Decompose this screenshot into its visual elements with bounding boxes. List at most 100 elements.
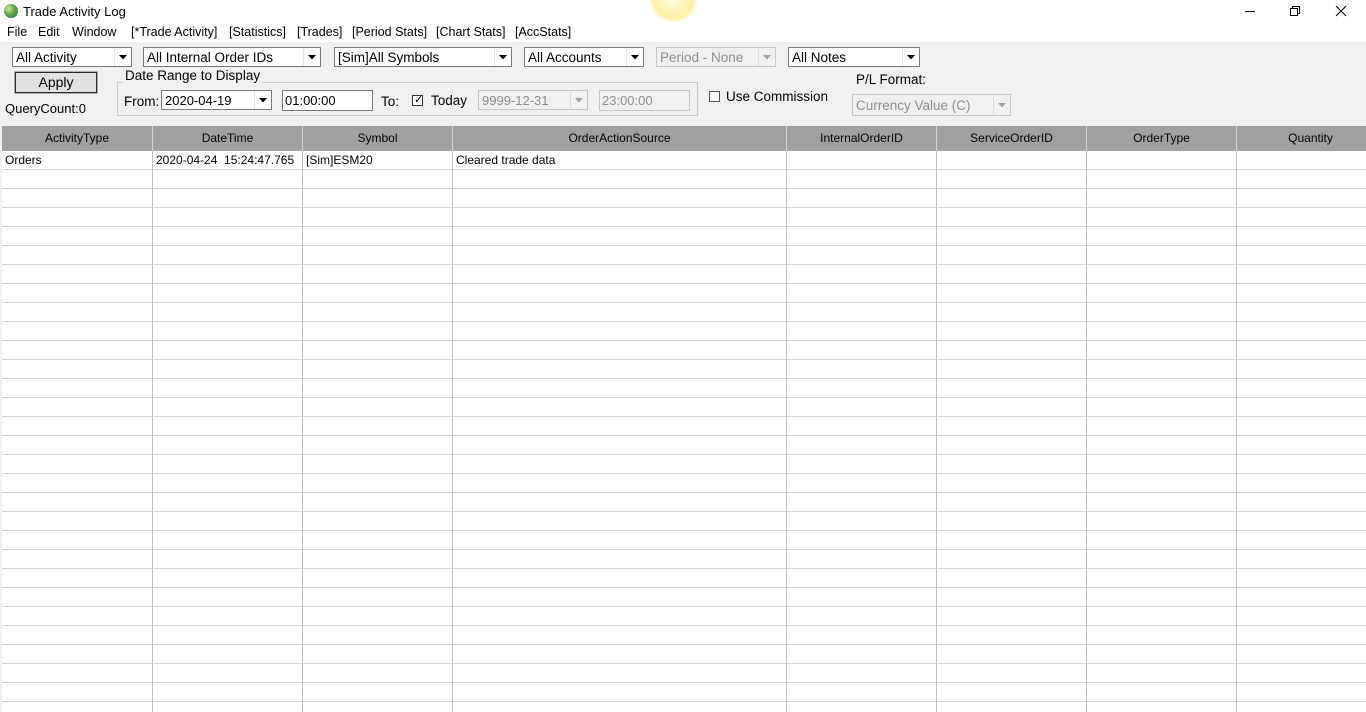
account-filter-select[interactable]: All Accounts [524,47,644,67]
symbol-filter-select[interactable]: [Sim]All Symbols [334,47,512,67]
internal-order-id-select[interactable]: All Internal Order IDs [143,47,321,67]
table-cell [787,322,937,341]
table-row[interactable] [2,512,1366,531]
table-cell [1087,607,1237,626]
table-row[interactable] [2,569,1366,588]
table-cell [787,227,937,246]
table-row[interactable] [2,189,1366,208]
chevron-down-icon [570,91,587,109]
from-date-picker[interactable]: 2020-04-19 [161,90,272,110]
menu-edit[interactable]: Edit [38,25,60,39]
table-cell [1237,569,1366,588]
table-cell [1237,303,1366,322]
table-cell [303,550,453,569]
column-header-serviceorderid[interactable]: ServiceOrderID [937,126,1087,151]
table-cell [1087,151,1237,170]
table-cell [787,474,937,493]
activity-table[interactable]: ActivityType DateTime Symbol OrderAction… [2,126,1366,712]
table-row[interactable] [2,379,1366,398]
table-row[interactable] [2,626,1366,645]
to-label: To: [381,94,400,109]
table-cell [2,474,153,493]
table-cell [2,284,153,303]
menu-period-stats[interactable]: [Period Stats] [352,25,427,39]
table-row[interactable] [2,550,1366,569]
column-header-internalorderid[interactable]: InternalOrderID [787,126,937,151]
use-commission-checkbox[interactable] [709,91,720,102]
table-cell [2,360,153,379]
column-header-symbol[interactable]: Symbol [303,126,453,151]
table-cell [1087,702,1237,712]
table-row[interactable] [2,360,1366,379]
table-cell [2,588,153,607]
table-row[interactable] [2,284,1366,303]
table-row[interactable] [2,531,1366,550]
menu-trade-activity[interactable]: [*Trade Activity] [131,25,217,39]
close-button[interactable] [1318,0,1364,22]
table-cell [2,607,153,626]
column-header-ordertype[interactable]: OrderType [1087,126,1237,151]
table-cell [1087,455,1237,474]
table-cell [787,493,937,512]
table-cell [937,284,1087,303]
table-row[interactable] [2,436,1366,455]
notes-filter-select[interactable]: All Notes [788,47,920,67]
table-cell [453,284,787,303]
table-cell [937,151,1087,170]
table-row[interactable] [2,588,1366,607]
menu-trades[interactable]: [Trades] [297,25,342,39]
table-cell [303,664,453,683]
table-row[interactable] [2,455,1366,474]
table-cell [153,360,303,379]
table-cell [1087,588,1237,607]
table-row[interactable] [2,683,1366,702]
column-header-quantity[interactable]: Quantity [1237,126,1366,151]
column-header-datetime[interactable]: DateTime [153,126,303,151]
table-cell [2,379,153,398]
table-row[interactable] [2,246,1366,265]
table-row[interactable] [2,493,1366,512]
menu-file[interactable]: File [7,25,27,39]
table-cell [2,512,153,531]
table-row[interactable] [2,702,1366,712]
table-row[interactable] [2,265,1366,284]
table-cell [153,417,303,436]
table-row[interactable]: Orders 2020-04-24 15:24:47.765 [Sim]ESM20 C… [2,151,1366,170]
table-row[interactable] [2,227,1366,246]
table-row[interactable] [2,341,1366,360]
activity-filter-select[interactable]: All Activity [12,47,132,67]
apply-button[interactable]: Apply [14,71,98,94]
menu-window[interactable]: Window [72,25,116,39]
table-cell [937,493,1087,512]
column-header-activitytype[interactable]: ActivityType [2,126,153,151]
from-time-field[interactable]: 01:00:00 [282,90,373,111]
table-row[interactable] [2,303,1366,322]
table-cell [153,246,303,265]
table-cell [1087,303,1237,322]
table-row[interactable] [2,664,1366,683]
table-cell [937,607,1087,626]
table-row[interactable] [2,645,1366,664]
table-row[interactable] [2,208,1366,227]
menu-accstats[interactable]: [AccStats] [515,25,571,39]
table-row[interactable] [2,170,1366,189]
table-cell [2,493,153,512]
column-header-orderactionsource[interactable]: OrderActionSource [453,126,787,151]
use-commission-label: Use Commission [726,89,829,104]
menu-chart-stats[interactable]: [Chart Stats] [436,25,505,39]
table-row[interactable] [2,607,1366,626]
table-row[interactable] [2,398,1366,417]
chevron-down-icon [303,48,320,66]
table-cell [937,550,1087,569]
restore-button[interactable] [1272,0,1318,22]
table-cell [153,702,303,712]
minimize-button[interactable] [1227,0,1273,22]
table-cell [303,417,453,436]
table-cell [937,626,1087,645]
table-row[interactable] [2,417,1366,436]
table-row[interactable] [2,474,1366,493]
table-row[interactable] [2,322,1366,341]
table-cell [453,645,787,664]
today-checkbox[interactable]: ✓ [412,94,423,106]
menu-statistics[interactable]: [Statistics] [229,25,286,39]
